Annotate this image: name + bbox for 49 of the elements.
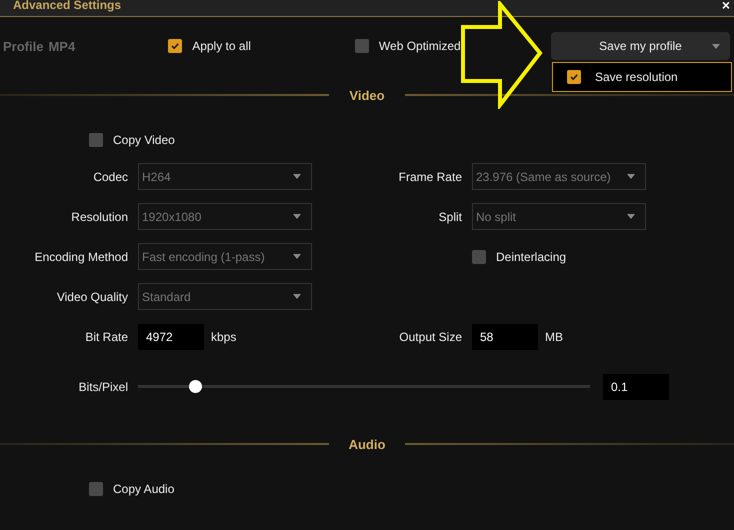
field-label: Bits/Pixel <box>78 380 128 394</box>
dropdown[interactable]: 23.976 (Same as source) <box>472 163 646 190</box>
profile-label: Profile <box>3 38 44 54</box>
checkbox[interactable] <box>567 70 581 84</box>
field-label: Video Quality <box>56 290 128 304</box>
unit-label: kbps <box>211 330 236 344</box>
caret-icon <box>293 214 301 219</box>
field-label: Output Size <box>398 330 462 344</box>
checkbox-label: Apply to all <box>192 39 251 53</box>
caret-icon <box>627 214 635 219</box>
field-label: Encoding Method <box>34 250 128 264</box>
dropdown[interactable]: Standard <box>138 283 312 310</box>
menu-item[interactable]: Save resolution <box>595 70 678 84</box>
section-title: Video <box>348 88 386 102</box>
checkbox[interactable] <box>472 250 486 264</box>
field-label: Split <box>438 210 462 224</box>
checkbox[interactable] <box>89 482 103 496</box>
profile-name: MP4 <box>48 38 76 54</box>
checkbox-label: Copy Audio <box>113 482 174 496</box>
dropdown[interactable]: 1920x1080 <box>138 203 312 230</box>
caret-icon <box>627 174 635 179</box>
number-field[interactable]: 0.1 <box>603 374 669 400</box>
caret-icon <box>712 44 720 49</box>
field-label: Resolution <box>70 210 128 224</box>
caret-icon <box>293 174 301 179</box>
unit-label: MB <box>545 330 563 344</box>
section-title: Audio <box>348 436 386 452</box>
dropdown[interactable]: No split <box>472 203 646 230</box>
checkmark-icon <box>569 72 579 82</box>
checkbox-label: Copy Video <box>113 133 175 147</box>
caret-icon <box>293 294 301 299</box>
checkbox[interactable] <box>168 39 182 53</box>
slider-thumb[interactable] <box>188 380 202 393</box>
dropdown[interactable]: Fast encoding (1-pass) <box>138 243 312 270</box>
caret-icon <box>293 254 301 259</box>
dropdown[interactable]: H264 <box>138 163 312 190</box>
checkbox[interactable] <box>89 133 103 147</box>
checkmark-icon <box>170 41 180 51</box>
checkbox[interactable] <box>354 39 369 53</box>
field-label: Codec <box>92 170 128 184</box>
number-field[interactable]: 4972 <box>138 324 204 350</box>
number-field[interactable]: 58 <box>472 324 538 350</box>
save-profile-button[interactable]: Save my profile <box>551 32 730 60</box>
checkbox-label: Web Optimized <box>378 39 461 53</box>
window-title: Advanced Settings <box>13 0 122 12</box>
field-label: Bit Rate <box>84 330 128 344</box>
checkbox-label: Deinterlacing <box>496 250 566 264</box>
field-label: Frame Rate <box>398 170 462 184</box>
close-button[interactable]: × <box>722 0 730 13</box>
